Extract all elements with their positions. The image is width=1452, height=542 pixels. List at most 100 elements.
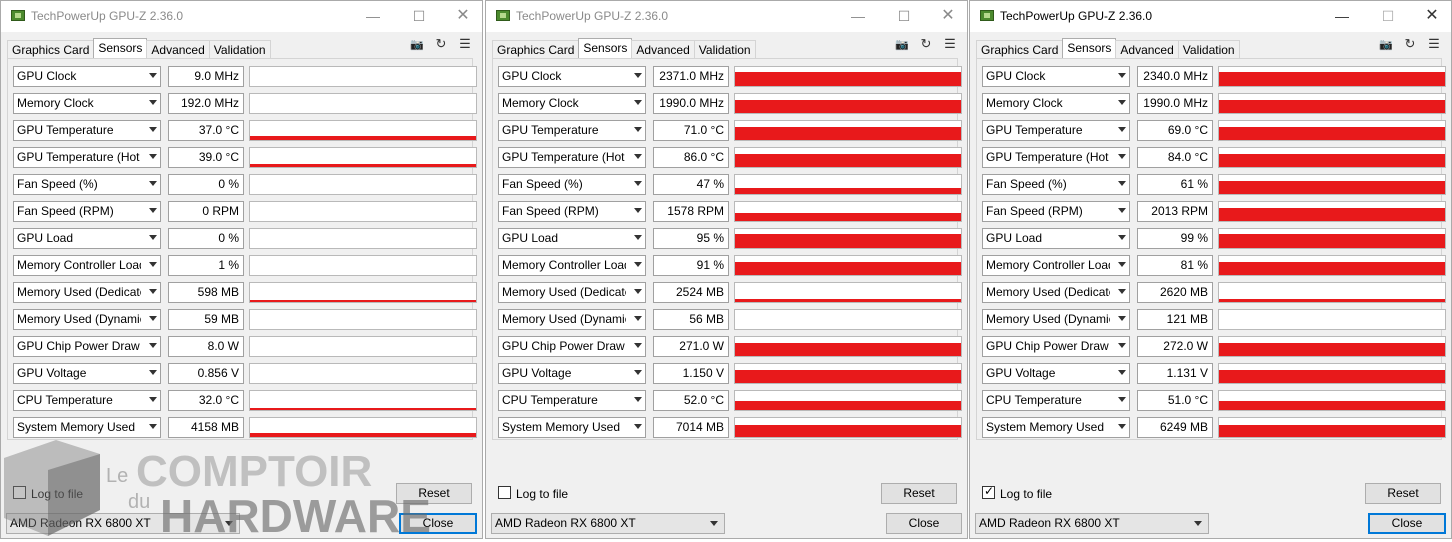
sensor-dropdown[interactable]: GPU Clock xyxy=(498,66,646,87)
menu-icon[interactable]: ☰ xyxy=(941,36,959,51)
sensor-dropdown[interactable]: Memory Clock xyxy=(982,93,1130,114)
tab-sensors[interactable]: Sensors xyxy=(93,38,148,59)
sensor-dropdown[interactable]: Fan Speed (%) xyxy=(982,174,1130,195)
sensor-graph xyxy=(249,147,477,168)
maximize-button[interactable]: ☐ xyxy=(1378,7,1398,25)
sensor-dropdown[interactable]: Memory Used (Dynamic) xyxy=(498,309,646,330)
chevron-down-icon xyxy=(149,127,157,132)
sensor-dropdown[interactable]: CPU Temperature xyxy=(498,390,646,411)
tab-validation[interactable]: Validation xyxy=(693,40,756,59)
close-window-button[interactable]: ✕ xyxy=(938,7,958,25)
sensor-dropdown[interactable]: GPU Voltage xyxy=(982,363,1130,384)
tab-validation[interactable]: Validation xyxy=(208,40,271,59)
sensor-dropdown[interactable]: Fan Speed (%) xyxy=(13,174,161,195)
gpu-select[interactable]: AMD Radeon RX 6800 XT xyxy=(975,513,1209,534)
tab-sensors[interactable]: Sensors xyxy=(1062,38,1117,59)
refresh-icon[interactable]: ↻ xyxy=(432,36,450,51)
sensor-dropdown[interactable]: Memory Controller Load xyxy=(982,255,1130,276)
sensor-dropdown[interactable]: System Memory Used xyxy=(13,417,161,438)
close-window-button[interactable]: ✕ xyxy=(453,7,473,25)
minimize-button[interactable]: — xyxy=(363,7,383,25)
sensor-dropdown[interactable]: Memory Used (Dynamic) xyxy=(13,309,161,330)
tab-sensors[interactable]: Sensors xyxy=(578,38,633,59)
chevron-down-icon xyxy=(1118,343,1126,348)
sensor-row: System Memory Used 4158 MB xyxy=(13,417,477,438)
sensor-dropdown[interactable]: Memory Used (Dedicated) xyxy=(982,282,1130,303)
sensor-value: 272.0 W xyxy=(1137,336,1213,357)
tab-advanced[interactable]: Advanced xyxy=(146,40,210,59)
sensor-dropdown[interactable]: System Memory Used xyxy=(982,417,1130,438)
sensor-dropdown[interactable]: Memory Used (Dynamic) xyxy=(982,309,1130,330)
minimize-button[interactable]: — xyxy=(1332,7,1352,25)
sensor-name: System Memory Used xyxy=(502,420,621,434)
tab-advanced[interactable]: Advanced xyxy=(1115,40,1179,59)
gpu-select[interactable]: AMD Radeon RX 6800 XT xyxy=(491,513,725,534)
close-window-button[interactable]: ✕ xyxy=(1422,7,1442,25)
minimize-button[interactable]: — xyxy=(848,7,868,25)
sensor-row: Memory Clock 1990.0 MHz xyxy=(982,93,1446,114)
refresh-icon[interactable]: ↻ xyxy=(917,36,935,51)
log-to-file-label: Log to file xyxy=(516,487,569,501)
sensor-dropdown[interactable]: GPU Temperature (Hot Spot) xyxy=(13,147,161,168)
sensor-dropdown[interactable]: Memory Used (Dedicated) xyxy=(498,282,646,303)
sensor-dropdown[interactable]: GPU Voltage xyxy=(13,363,161,384)
sensor-dropdown[interactable]: GPU Voltage xyxy=(498,363,646,384)
reset-button[interactable]: Reset xyxy=(881,483,957,504)
sensor-dropdown[interactable]: CPU Temperature xyxy=(13,390,161,411)
log-to-file-checkbox[interactable]: ✓ xyxy=(982,484,995,499)
close-button[interactable]: Close xyxy=(886,513,962,534)
sensor-dropdown[interactable]: Fan Speed (RPM) xyxy=(13,201,161,222)
sensor-dropdown[interactable]: GPU Clock xyxy=(13,66,161,87)
camera-icon[interactable]: 📷 xyxy=(893,38,911,52)
sensor-dropdown[interactable]: GPU Temperature xyxy=(982,120,1130,141)
sensor-row: Fan Speed (RPM) 2013 RPM xyxy=(982,201,1446,222)
sensor-value: 1990.0 MHz xyxy=(1137,93,1213,114)
sensor-dropdown[interactable]: Fan Speed (RPM) xyxy=(982,201,1130,222)
sensor-graph-fill xyxy=(735,370,961,383)
sensor-dropdown[interactable]: Fan Speed (RPM) xyxy=(498,201,646,222)
sensor-dropdown[interactable]: Fan Speed (%) xyxy=(498,174,646,195)
sensor-dropdown[interactable]: GPU Load xyxy=(13,228,161,249)
sensor-dropdown[interactable]: GPU Temperature xyxy=(13,120,161,141)
refresh-icon[interactable]: ↻ xyxy=(1401,36,1419,51)
reset-button[interactable]: Reset xyxy=(1365,483,1441,504)
sensor-row: Memory Clock 192.0 MHz xyxy=(13,93,477,114)
camera-icon[interactable]: 📷 xyxy=(1377,38,1395,52)
sensor-value: 91 % xyxy=(653,255,729,276)
tab-graphics-card[interactable]: Graphics Card xyxy=(7,40,95,59)
log-to-file-checkbox[interactable] xyxy=(498,486,511,499)
sensor-dropdown[interactable]: GPU Temperature (Hot Spot) xyxy=(982,147,1130,168)
chevron-down-icon xyxy=(634,100,642,105)
close-button[interactable]: Close xyxy=(1368,513,1446,534)
sensor-dropdown[interactable]: Memory Controller Load xyxy=(13,255,161,276)
sensor-dropdown[interactable]: Memory Controller Load xyxy=(498,255,646,276)
chevron-down-icon xyxy=(149,262,157,267)
sensor-dropdown[interactable]: Memory Clock xyxy=(498,93,646,114)
sensor-dropdown[interactable]: System Memory Used xyxy=(498,417,646,438)
sensor-dropdown[interactable]: GPU Temperature xyxy=(498,120,646,141)
sensor-graph-fill xyxy=(735,100,961,113)
sensor-dropdown[interactable]: GPU Clock xyxy=(982,66,1130,87)
sensor-dropdown[interactable]: Memory Clock xyxy=(13,93,161,114)
tab-graphics-card[interactable]: Graphics Card xyxy=(976,40,1064,59)
sensor-graph xyxy=(249,93,477,114)
sensor-dropdown[interactable]: GPU Load xyxy=(982,228,1130,249)
sensor-dropdown[interactable]: Memory Used (Dedicated) xyxy=(13,282,161,303)
sensor-dropdown[interactable]: GPU Chip Power Draw xyxy=(982,336,1130,357)
sensor-dropdown[interactable]: GPU Chip Power Draw xyxy=(13,336,161,357)
sensor-row: Memory Used (Dedicated) 2524 MB xyxy=(498,282,962,303)
tab-advanced[interactable]: Advanced xyxy=(631,40,695,59)
menu-icon[interactable]: ☰ xyxy=(1425,36,1443,51)
sensor-dropdown[interactable]: GPU Load xyxy=(498,228,646,249)
sensor-graph-fill xyxy=(250,433,476,437)
maximize-button[interactable]: ☐ xyxy=(894,7,914,25)
camera-icon[interactable]: 📷 xyxy=(408,38,426,52)
tab-graphics-card[interactable]: Graphics Card xyxy=(492,40,580,59)
sensor-dropdown[interactable]: CPU Temperature xyxy=(982,390,1130,411)
tab-validation[interactable]: Validation xyxy=(1177,40,1240,59)
menu-icon[interactable]: ☰ xyxy=(456,36,474,51)
sensor-dropdown[interactable]: GPU Chip Power Draw xyxy=(498,336,646,357)
sensor-row: Fan Speed (%) 0 % xyxy=(13,174,477,195)
maximize-button[interactable]: ☐ xyxy=(409,7,429,25)
sensor-dropdown[interactable]: GPU Temperature (Hot Spot) xyxy=(498,147,646,168)
